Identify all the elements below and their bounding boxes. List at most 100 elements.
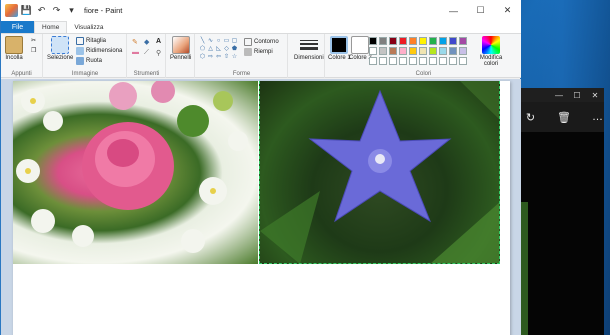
- tab-view[interactable]: Visualizza: [67, 21, 110, 33]
- curve-shape-icon[interactable]: ∿: [207, 37, 214, 44]
- drawing-canvas[interactable]: [13, 81, 510, 335]
- diamond-shape-icon[interactable]: ◇: [223, 45, 230, 52]
- rectangle-shape-icon[interactable]: ▭: [223, 37, 230, 44]
- window-controls: — ☐ ✕: [440, 0, 521, 21]
- photos-window: — ☐ ✕ ↻ 🗑 …: [519, 88, 604, 335]
- close-button[interactable]: ✕: [494, 0, 521, 21]
- color-swatch[interactable]: [429, 57, 437, 65]
- color-swatch[interactable]: [399, 37, 407, 45]
- close-icon[interactable]: ✕: [586, 88, 604, 102]
- right-triangle-shape-icon[interactable]: ◺: [215, 45, 222, 52]
- group-label-shapes: Forme: [232, 71, 251, 77]
- brushes-button[interactable]: Pennelli: [170, 36, 191, 61]
- color-swatch[interactable]: [429, 37, 437, 45]
- color-swatch[interactable]: [449, 37, 457, 45]
- color-swatch[interactable]: [409, 37, 417, 45]
- redo-icon[interactable]: ↷: [50, 4, 63, 17]
- paint-app-icon: [5, 4, 18, 17]
- magnifier-icon[interactable]: ⚲: [156, 49, 165, 57]
- color-swatch[interactable]: [439, 37, 447, 45]
- minimize-button[interactable]: —: [440, 0, 467, 21]
- fill-icon[interactable]: ◆: [144, 38, 153, 46]
- rotate-button[interactable]: Ruota: [76, 57, 102, 65]
- color-swatch[interactable]: [379, 37, 387, 45]
- color-swatch[interactable]: [439, 47, 447, 55]
- resize-icon: [76, 47, 84, 55]
- outline-icon: [244, 38, 252, 46]
- color-swatch[interactable]: [389, 47, 397, 55]
- delete-icon[interactable]: 🗑: [557, 110, 571, 124]
- fill-dropdown[interactable]: Riempi: [244, 48, 273, 56]
- polygon-shape-icon[interactable]: ⬠: [199, 45, 206, 52]
- tab-home[interactable]: Home: [34, 21, 68, 33]
- resize-label: Ridimensiona: [86, 48, 123, 54]
- color-picker-icon[interactable]: ⟋: [144, 49, 153, 57]
- pentagon-shape-icon[interactable]: ⬟: [231, 45, 238, 52]
- color-swatch[interactable]: [449, 47, 457, 55]
- canvas-workspace: [1, 79, 521, 335]
- resize-button[interactable]: Ridimensiona: [76, 47, 122, 55]
- color-swatch[interactable]: [419, 57, 427, 65]
- crop-icon: [76, 37, 84, 45]
- color-swatch[interactable]: [369, 37, 377, 45]
- line-shape-icon[interactable]: ╲: [199, 37, 206, 44]
- color-swatch[interactable]: [459, 57, 467, 65]
- bellflower-photo: [259, 81, 500, 264]
- color-swatch[interactable]: [389, 37, 397, 45]
- group-tools: ✎ ◆ A ▬ ⟋ ⚲ Strumenti: [128, 34, 166, 78]
- color-swatch[interactable]: [459, 37, 467, 45]
- color-swatch[interactable]: [439, 57, 447, 65]
- color-swatch[interactable]: [399, 57, 407, 65]
- pencil-icon[interactable]: ✎: [132, 38, 141, 46]
- photos-titlebar: — ☐ ✕: [520, 88, 604, 102]
- undo-icon[interactable]: ↶: [35, 4, 48, 17]
- color2-swatch: [351, 36, 370, 54]
- rotate-icon[interactable]: ↻: [524, 110, 537, 124]
- color-swatch[interactable]: [409, 47, 417, 55]
- rounded-rectangle-shape-icon[interactable]: ▢: [231, 37, 238, 44]
- oval-shape-icon[interactable]: ○: [215, 37, 222, 44]
- outline-dropdown[interactable]: Contorno: [244, 38, 279, 46]
- color1-button[interactable]: Colore 1: [328, 36, 351, 61]
- color-swatch[interactable]: [379, 57, 387, 65]
- arrow-up-shape-icon[interactable]: ⇧: [223, 53, 230, 60]
- color-swatch[interactable]: [409, 57, 417, 65]
- eraser-icon[interactable]: ▬: [132, 49, 141, 57]
- hexagon-shape-icon[interactable]: ⬡: [199, 53, 206, 60]
- maximize-icon[interactable]: ☐: [568, 88, 586, 102]
- quick-access-dropdown-icon[interactable]: ▾: [65, 4, 78, 17]
- crop-button[interactable]: Ritaglia: [76, 37, 106, 45]
- color-swatch[interactable]: [419, 47, 427, 55]
- color-swatch[interactable]: [449, 57, 457, 65]
- copy-button[interactable]: ❐: [31, 47, 36, 54]
- select-button[interactable]: Selezione: [47, 36, 73, 61]
- color-swatch[interactable]: [419, 37, 427, 45]
- shapes-gallery: ╲ ∿ ○ ▭ ▢ ⬠ △ ◺ ◇ ⬟ ⬡ ⇨ ⇦ ⇧ ☆: [199, 37, 237, 60]
- arrow-right-shape-icon[interactable]: ⇨: [207, 53, 214, 60]
- paste-button[interactable]: Incolla: [5, 36, 23, 61]
- arrow-left-shape-icon[interactable]: ⇦: [215, 53, 222, 60]
- save-icon[interactable]: 💾: [20, 4, 33, 17]
- tab-file[interactable]: File: [1, 21, 34, 33]
- brush-icon: [171, 36, 190, 54]
- color-swatch[interactable]: [459, 47, 467, 55]
- minimize-icon[interactable]: —: [550, 88, 568, 102]
- color-swatch[interactable]: [379, 47, 387, 55]
- size-button[interactable]: Dimensioni: [294, 36, 324, 61]
- color-swatch[interactable]: [369, 57, 377, 65]
- more-icon[interactable]: …: [591, 110, 604, 124]
- ribbon-tabs: File Home Visualizza: [1, 21, 521, 33]
- color-swatch[interactable]: [399, 47, 407, 55]
- triangle-shape-icon[interactable]: △: [207, 45, 214, 52]
- color-swatch[interactable]: [389, 57, 397, 65]
- color-swatch[interactable]: [369, 47, 377, 55]
- color-swatch[interactable]: [429, 47, 437, 55]
- star-shape-icon[interactable]: ☆: [231, 53, 238, 60]
- clipboard-icon: [5, 36, 23, 54]
- copy-icon: ❐: [31, 48, 37, 54]
- group-colors: Colore 1 Colore 2 Modifica colori Colori: [326, 34, 521, 78]
- cut-button[interactable]: ✂: [31, 37, 36, 44]
- edit-colors-button[interactable]: Modifica colori: [476, 36, 506, 67]
- text-icon[interactable]: A: [156, 38, 165, 46]
- maximize-button[interactable]: ☐: [467, 0, 494, 21]
